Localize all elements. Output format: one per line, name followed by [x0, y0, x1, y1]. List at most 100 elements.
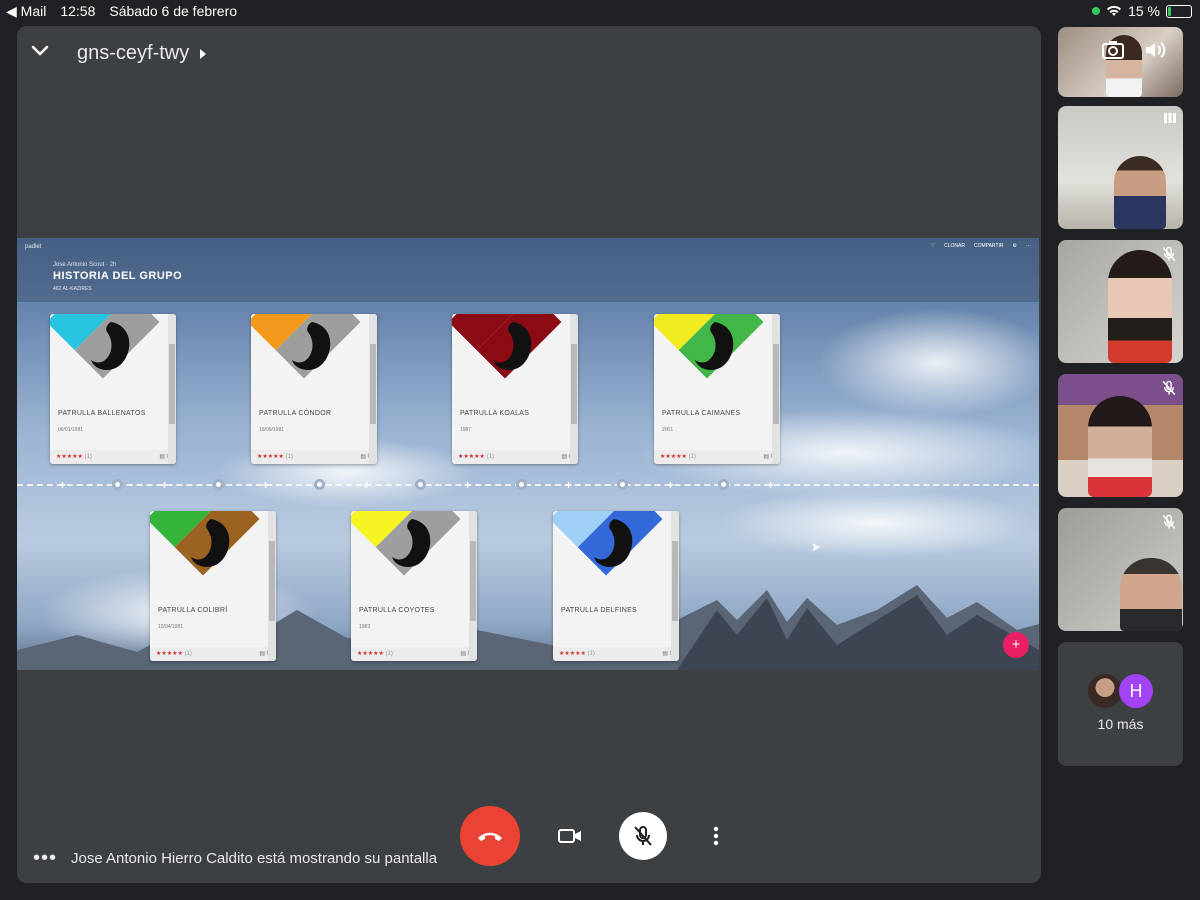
- participant-video: [1108, 250, 1172, 363]
- camera-toggle-button[interactable]: [546, 812, 594, 860]
- timeline-node[interactable]: [516, 479, 527, 490]
- card-scrollbar[interactable]: [168, 314, 176, 464]
- patrol-date: 19/09/1981: [259, 427, 285, 433]
- wifi-icon: [1107, 5, 1122, 16]
- presenting-label: Jose Antonio Hierro Caldito está mostran…: [71, 850, 438, 867]
- patrol-name: PATRULLA COLIBRÍ: [158, 607, 228, 614]
- timeline-add-icon[interactable]: +: [767, 478, 774, 492]
- meeting-code-button[interactable]: gns-ceyf-twy: [77, 42, 207, 65]
- shared-screen[interactable]: padlet Jose Antonio Scout · 2h HISTORIA …: [17, 238, 1039, 670]
- timeline-node[interactable]: [213, 479, 224, 490]
- patrol-card[interactable]: PATRULLA BALLENATOS 06/01/1981 ★★★★★ (1) ▤ …: [50, 314, 176, 464]
- timeline-node[interactable]: [415, 479, 426, 490]
- animal-silhouette-icon: [191, 519, 230, 567]
- presenting-info: ••• Jose Antonio Hierro Caldito está mos…: [33, 847, 437, 870]
- padlet-subtitle: 462 AL-KAZIRES: [53, 286, 92, 292]
- card-footer: ★★★★★ (1)▤ 0: [251, 450, 377, 464]
- patrol-card[interactable]: PATRULLA CÓNDOR 19/09/1981 ★★★★★ (1)▤ 0: [251, 314, 377, 464]
- timeline-add-icon[interactable]: +: [59, 478, 66, 492]
- animal-silhouette-icon: [292, 322, 331, 370]
- rating-stars[interactable]: ★★★★★: [156, 651, 183, 657]
- animal-silhouette-icon: [594, 519, 633, 567]
- timeline-add-icon[interactable]: +: [161, 478, 168, 492]
- patrol-card[interactable]: PATRULLA DELFINES★★★★★ (1)▤ 0: [553, 511, 679, 661]
- card-scrollbar[interactable]: [369, 314, 377, 464]
- patrol-date: [553, 614, 679, 624]
- mic-off-icon: [634, 826, 652, 846]
- heart-icon[interactable]: ♡: [931, 243, 935, 249]
- speaker-icon[interactable]: [1144, 41, 1168, 59]
- timeline-add-icon[interactable]: +: [667, 478, 674, 492]
- clone-button[interactable]: CLONAR: [944, 243, 965, 249]
- card-scrollbar[interactable]: [268, 511, 276, 661]
- rating-stars[interactable]: ★★★★★: [357, 651, 384, 657]
- rating-stars[interactable]: ★★★★★: [458, 454, 485, 460]
- rating-stars[interactable]: ★★★★★: [56, 454, 83, 460]
- patrol-name: PATRULLA CÓNDOR: [259, 410, 332, 417]
- padlet-author: Jose Antonio Scout · 2h: [53, 262, 117, 268]
- more-horizontal-icon[interactable]: •••: [33, 847, 57, 870]
- participant-tile-2[interactable]: [1058, 106, 1183, 229]
- patrol-emblem: [654, 314, 780, 404]
- participant-tile-self[interactable]: [1058, 27, 1183, 97]
- mic-active-indicator: [1092, 7, 1101, 15]
- status-bar: ◀ Mail 12:58 Sábado 6 de febrero 15 %: [0, 0, 1200, 22]
- participant-video: [1114, 156, 1166, 229]
- share-button[interactable]: COMPARTIR: [974, 243, 1004, 249]
- patrol-date: 2001: [662, 427, 674, 433]
- mic-off-icon: [1162, 380, 1176, 396]
- timeline-add-icon[interactable]: +: [262, 478, 269, 492]
- card-footer: ★★★★★ (1)▤ 0: [150, 647, 276, 661]
- timeline-add-icon[interactable]: +: [464, 478, 471, 492]
- status-date: Sábado 6 de febrero: [109, 3, 238, 19]
- card-scrollbar[interactable]: [671, 511, 679, 661]
- card-footer: ★★★★★ (1)▤ 0: [351, 647, 477, 661]
- battery-percent: 15 %: [1128, 3, 1160, 19]
- settings-icon[interactable]: ⚙: [1013, 243, 1017, 249]
- timeline-node[interactable]: [617, 479, 628, 490]
- rating-count: (1): [385, 651, 393, 657]
- patrol-card[interactable]: PATRULLA CAIMANES2001★★★★★ (1)▤ 0: [654, 314, 780, 464]
- card-scrollbar[interactable]: [570, 314, 578, 464]
- timeline-add-icon[interactable]: +: [565, 478, 572, 492]
- more-participants-tile[interactable]: H 10 más: [1058, 642, 1183, 766]
- mic-toggle-button[interactable]: [619, 812, 667, 860]
- switch-camera-icon[interactable]: [1102, 41, 1124, 59]
- animal-silhouette-icon: [91, 322, 130, 370]
- back-to-app[interactable]: ◀ Mail: [6, 3, 46, 20]
- participant-tile-4[interactable]: [1058, 374, 1183, 497]
- timeline-add-icon[interactable]: +: [363, 478, 370, 492]
- more-icon[interactable]: ···: [1026, 243, 1031, 249]
- rating-stars[interactable]: ★★★★★: [559, 651, 586, 657]
- mic-off-icon: [1162, 514, 1176, 530]
- card-scrollbar[interactable]: [469, 511, 477, 661]
- camera-icon: [558, 829, 581, 843]
- card-footer: ★★★★★ (1)▤ 0: [553, 647, 679, 661]
- collapse-button[interactable]: [27, 38, 53, 64]
- more-options-button[interactable]: [692, 812, 740, 860]
- timeline-node[interactable]: [314, 479, 325, 490]
- timeline-node[interactable]: [718, 479, 729, 490]
- patrol-card[interactable]: PATRULLA KOALAS1987★★★★★ (1)▤ 0: [452, 314, 578, 464]
- participant-tile-5[interactable]: [1058, 508, 1183, 631]
- patrol-emblem: [150, 511, 276, 601]
- rating-count: (1): [587, 651, 595, 657]
- avatar: [1088, 674, 1122, 708]
- rating-stars[interactable]: ★★★★★: [660, 454, 687, 460]
- card-footer: ★★★★★ (1)▤ 0: [50, 450, 176, 464]
- mic-off-icon: [1162, 246, 1176, 262]
- participant-tile-3[interactable]: [1058, 240, 1183, 363]
- patrol-card[interactable]: PATRULLA COYOTES1983★★★★★ (1)▤ 0: [351, 511, 477, 661]
- meeting-code: gns-ceyf-twy: [77, 42, 190, 64]
- status-time: 12:58: [60, 3, 96, 19]
- mouse-cursor-icon: ➤: [811, 540, 822, 554]
- patrol-card[interactable]: PATRULLA COLIBRÍ 15/04/1981 ★★★★★ (1)▤ 0: [150, 511, 276, 661]
- rating-stars[interactable]: ★★★★★: [257, 454, 284, 460]
- patrol-date: 15/04/1981: [158, 624, 184, 630]
- timeline-node[interactable]: [112, 479, 123, 490]
- caret-right-icon: [200, 48, 207, 59]
- card-scrollbar[interactable]: [772, 314, 780, 464]
- rating-count: (1): [285, 454, 293, 460]
- hang-up-button[interactable]: [460, 806, 520, 866]
- add-post-button[interactable]: +: [1003, 632, 1029, 658]
